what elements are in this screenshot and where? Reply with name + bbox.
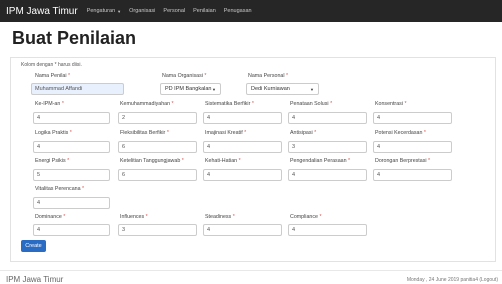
field-label-logika-praktis: Logika Praktis * <box>35 130 72 136</box>
footer-status[interactable]: Monday , 24 June 2019 panitia4 (Logout) <box>407 277 498 283</box>
field-label-influences: Influences * <box>120 214 148 220</box>
field-label-antisipasi: Antisipasi * <box>290 130 317 136</box>
nav-item-label: Pengaturan <box>86 8 116 14</box>
field-label-sistematika-berfikir: Sistematika Berfikir * <box>205 101 254 107</box>
field-input-keipman[interactable]: 4 <box>33 112 110 124</box>
nama-penilai-label: Nama Penilai * <box>35 73 71 79</box>
field-input-potensi-kecerdasan[interactable]: 4 <box>373 141 452 153</box>
create-button[interactable]: Create <box>21 240 46 252</box>
field-input-energi-psikis[interactable]: 5 <box>33 169 110 181</box>
field-input-pengendalian-perasaan[interactable]: 4 <box>288 169 367 181</box>
field-input-steadiness[interactable]: 4 <box>203 224 282 236</box>
footer-brand: IPM Jawa Timur <box>6 275 64 284</box>
field-input-kehati-hatian[interactable]: 4 <box>203 169 282 181</box>
field-input-konsentrasi[interactable]: 4 <box>373 112 452 124</box>
nama-penilai-input[interactable]: Muhammad Affandi <box>31 83 124 95</box>
field-label-kemuhammadiyahan: Kemuhammadiyahan * <box>120 101 174 107</box>
field-label-ketelitian-tanggungjawab: Ketelitian Tanggungjawab * <box>120 158 184 164</box>
footer-divider <box>0 270 502 271</box>
nav-item-penilaian[interactable]: Penilaian <box>193 8 216 14</box>
field-label-energi-psikis: Energi Psikis * <box>35 158 70 164</box>
nama-personal-label: Nama Personal * <box>248 73 289 79</box>
field-input-dominance[interactable]: 4 <box>33 224 110 236</box>
field-label-keipman: Ke-IPM-an * <box>35 101 64 107</box>
brand-logo-text[interactable]: IPM Jawa Timur <box>6 6 78 17</box>
field-input-sistematika-berfikir[interactable]: 4 <box>203 112 282 124</box>
nav-item-penugasan[interactable]: Penugasan <box>224 8 252 14</box>
page-title: Buat Penilaian <box>12 28 137 48</box>
required-note: Kolom dengan * harus diisi. <box>21 62 82 68</box>
field-input-influences[interactable]: 3 <box>118 224 197 236</box>
field-input-ketelitian-tanggungjawab[interactable]: 6 <box>118 169 197 181</box>
chevron-down-icon: ▼ <box>212 86 216 92</box>
field-input-logika-praktis[interactable]: 4 <box>33 141 110 153</box>
field-label-potensi-kecerdasan: Potensi Kecerdasan * <box>375 130 426 136</box>
caret-down-icon: ▼ <box>117 8 122 14</box>
field-input-antisipasi[interactable]: 3 <box>288 141 367 153</box>
nama-organisasi-value: PD IPM Bangkalan <box>165 86 212 92</box>
nama-organisasi-select[interactable]: PD IPM Bangkalan ▼ <box>160 83 221 95</box>
field-label-dorongan-berprestasi: Dorongan Berprestasi * <box>375 158 431 164</box>
field-label-compliance: Compliance * <box>290 214 322 220</box>
field-label-steadiness: Steadiness * <box>205 214 235 220</box>
field-input-compliance[interactable]: 4 <box>288 224 367 236</box>
field-label-pengendalian-perasaan: Pengendalian Perasaan * <box>290 158 351 164</box>
nama-personal-select[interactable]: Dedi Kurniawan ▼ <box>246 83 319 95</box>
nama-organisasi-label: Nama Organisasi * <box>162 73 207 79</box>
field-label-penataan-solusi: Penataan Solusi * <box>290 101 333 107</box>
nav-item-personal[interactable]: Personal <box>163 8 185 14</box>
field-label-kehati-hatian: Kehati-Hatian * <box>205 158 241 164</box>
field-label-vitalitas-perencana: Vitalitas Perencana * <box>35 186 85 192</box>
field-input-fleksibilitas-berfikir[interactable]: 6 <box>118 141 197 153</box>
field-input-dorongan-berprestasi[interactable]: 4 <box>373 169 452 181</box>
top-navbar: IPM Jawa Timur Pengaturan ▼ Organisasi P… <box>0 0 502 22</box>
nav-item-pengaturan[interactable]: Pengaturan ▼ <box>87 8 121 14</box>
nama-personal-value: Dedi Kurniawan <box>251 86 290 92</box>
field-input-penataan-solusi[interactable]: 4 <box>288 112 367 124</box>
nav-item-organisasi[interactable]: Organisasi <box>129 8 155 14</box>
field-input-kemuhammadiyahan[interactable]: 2 <box>118 112 197 124</box>
field-label-dominance: Dominance * <box>35 214 66 220</box>
field-label-imajinasi-kreatif: Imajinasi Kreatif * <box>205 130 247 136</box>
field-input-imajinasi-kreatif[interactable]: 4 <box>203 141 282 153</box>
field-label-fleksibilitas-berfikir: Fleksibilitas Berfikir * <box>120 130 169 136</box>
field-label-konsentrasi: Konsentrasi * <box>375 101 407 107</box>
field-input-vitalitas-perencana[interactable]: 4 <box>33 197 110 209</box>
chevron-down-icon: ▼ <box>310 86 314 92</box>
